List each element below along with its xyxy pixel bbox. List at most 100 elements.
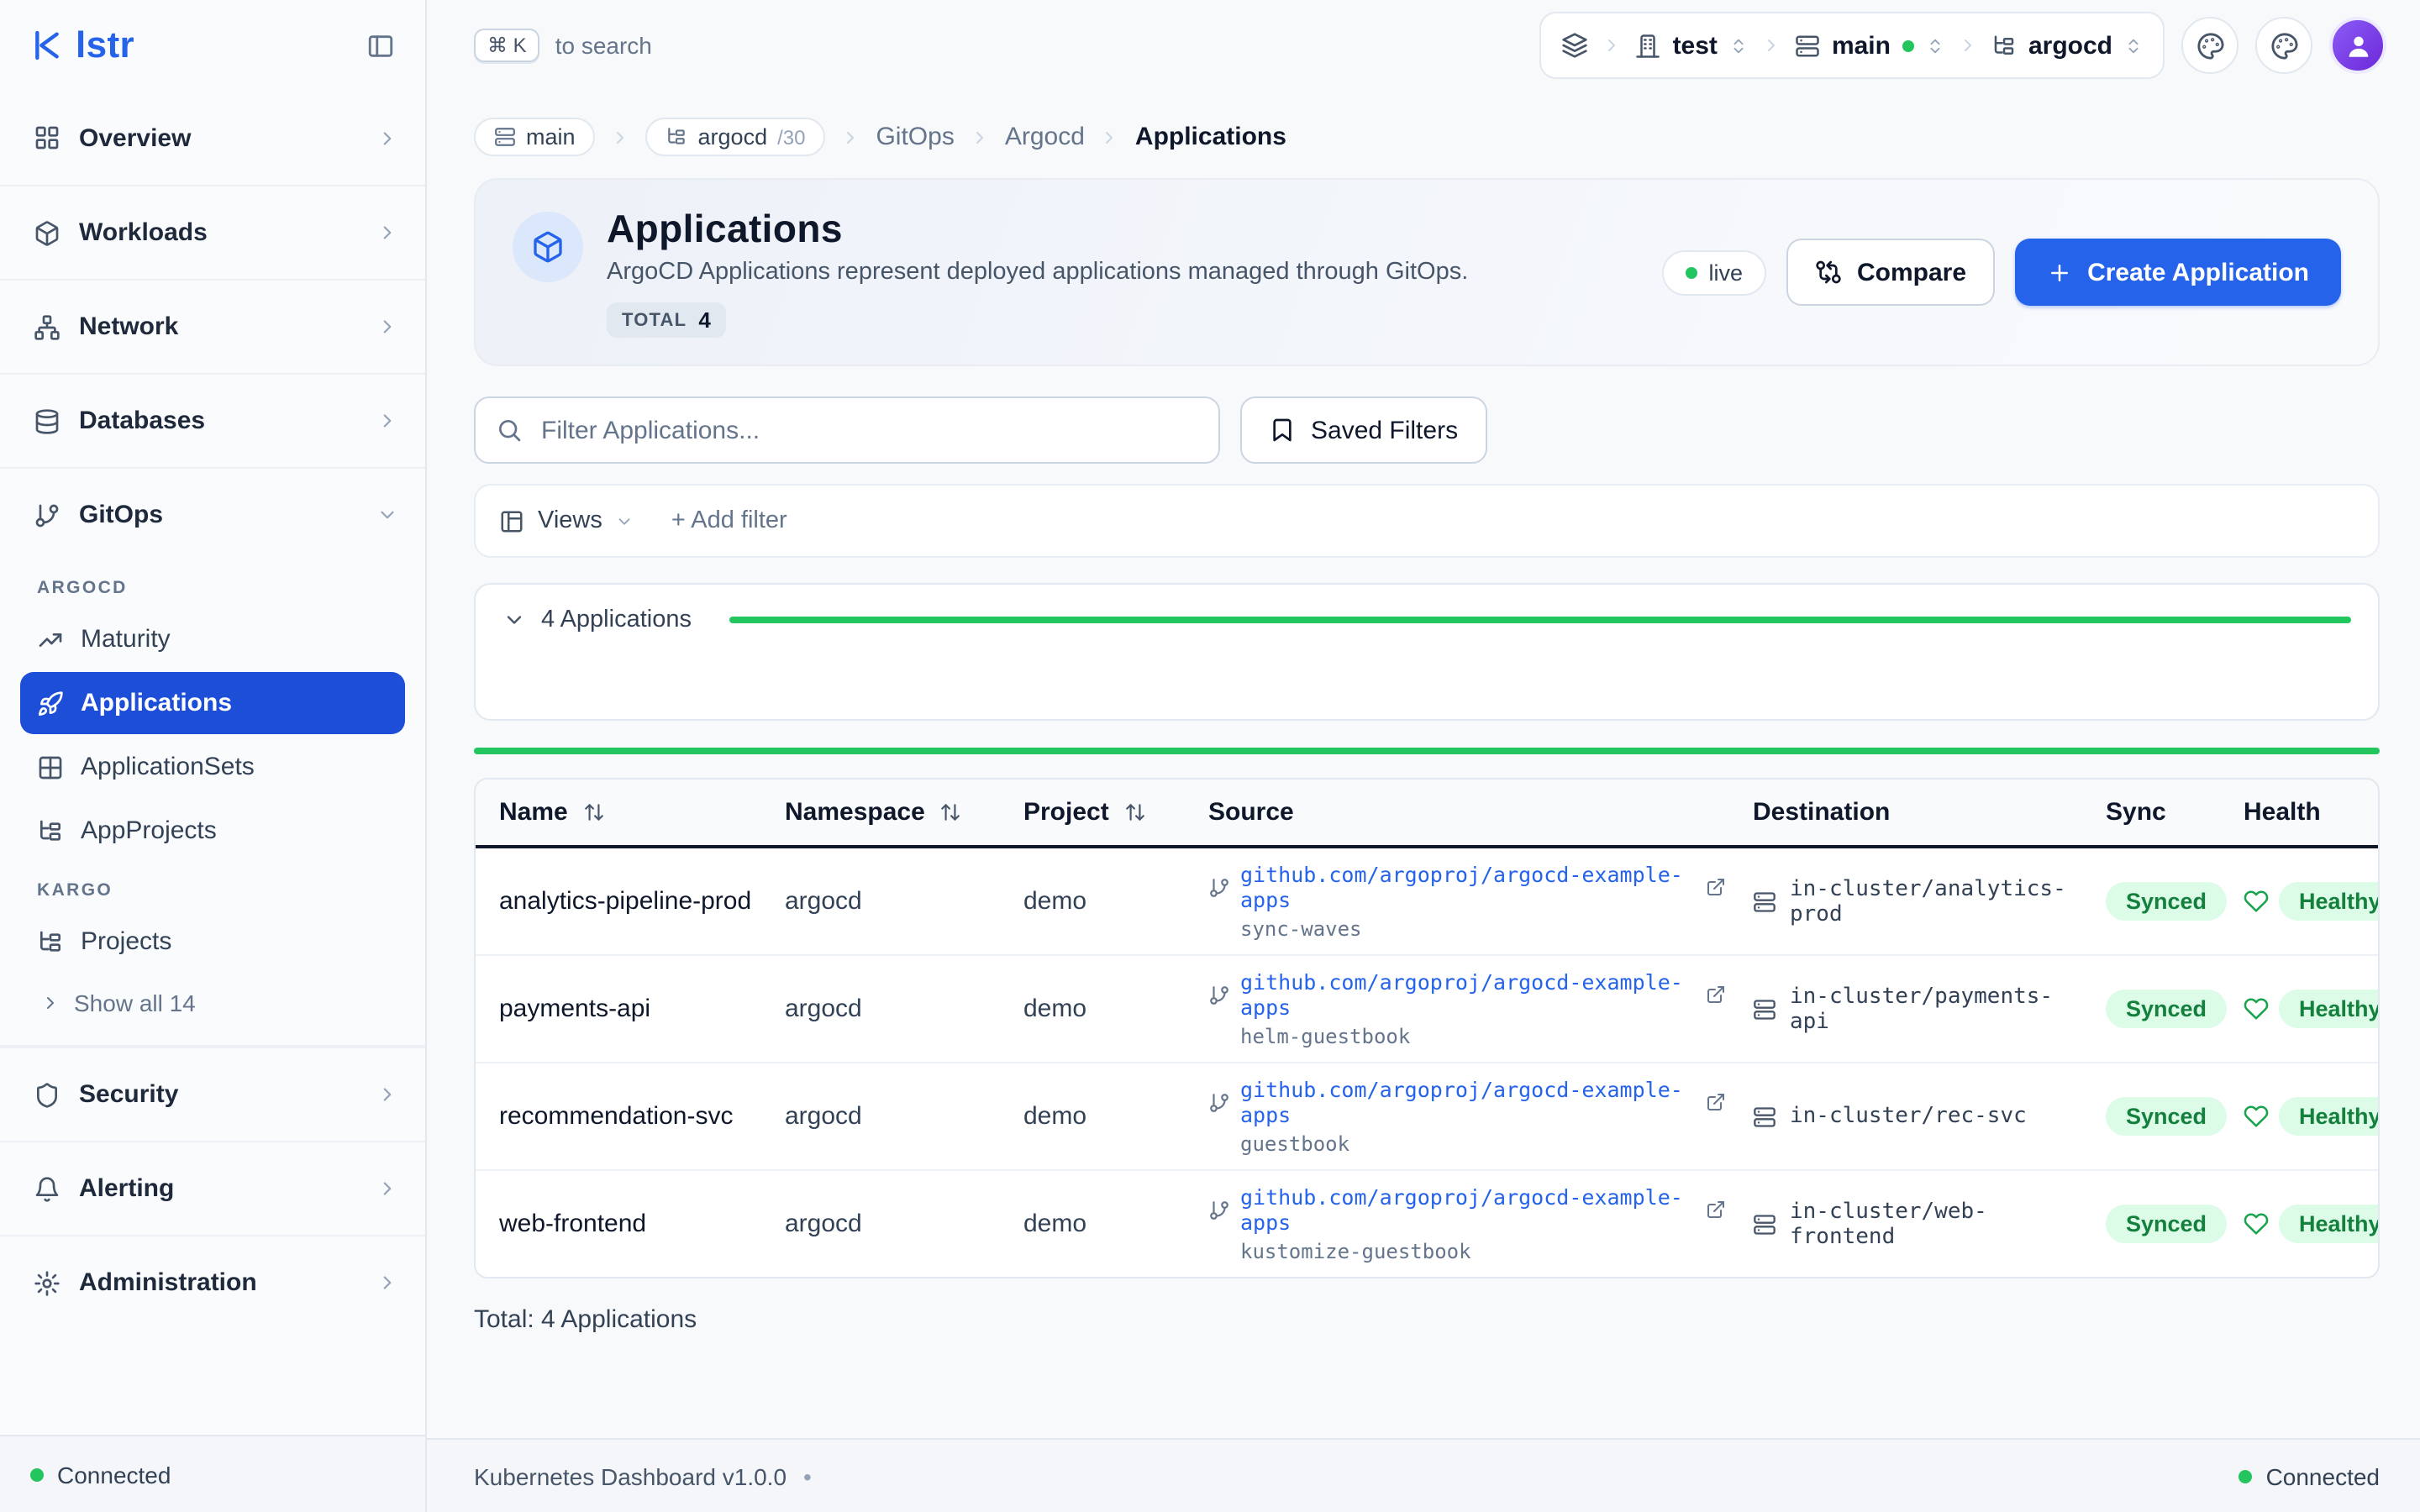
sort-icon[interactable]: [583, 801, 605, 823]
create-application-button[interactable]: Create Application: [2015, 239, 2341, 306]
sidebar-item-overview[interactable]: Overview: [0, 91, 425, 185]
applications-group-header[interactable]: 4 Applications: [502, 606, 2351, 633]
app-name[interactable]: payments-api: [476, 955, 771, 1063]
applications-badge: [513, 212, 583, 282]
table-row[interactable]: analytics-pipeline-prod argocd demo gith…: [476, 847, 2378, 955]
database-icon: [34, 407, 60, 434]
chevron-right-icon: [376, 316, 398, 338]
health-status-badge: Healthy: [2279, 882, 2380, 921]
sidebar-item-workloads[interactable]: Workloads: [0, 185, 425, 279]
external-link-icon[interactable]: [1706, 877, 1726, 897]
sidebar-show-all[interactable]: Show all 14: [0, 974, 425, 1032]
app-logo[interactable]: lstr: [30, 24, 134, 67]
app-source: github.com/argoproj/argocd-example-apps …: [1195, 1170, 1739, 1277]
filter-applications-input[interactable]: [538, 414, 1198, 446]
views-dropdown[interactable]: Views: [499, 507, 634, 534]
sidebar: lstr Overview Workloads Network: [0, 0, 427, 1512]
table-row[interactable]: recommendation-svc argocd demo github.co…: [476, 1063, 2378, 1170]
breadcrumb-env-pill[interactable]: main: [474, 118, 596, 156]
column-header-namespace[interactable]: Namespace: [771, 780, 1010, 847]
column-label: Namespace: [785, 798, 925, 827]
folder-tree-icon: [37, 928, 64, 955]
app-destination: in-cluster/analytics-prod: [1739, 847, 2092, 955]
sidebar-item-alerting[interactable]: Alerting: [0, 1141, 425, 1235]
sync-status-badge: Synced: [2106, 990, 2227, 1028]
app-health: Healthy: [2230, 955, 2378, 1063]
sidebar-item-network[interactable]: Network: [0, 279, 425, 373]
context-cluster-select[interactable]: main: [1795, 31, 1944, 60]
source-path: sync-waves: [1240, 917, 1726, 941]
git-branch-icon: [1208, 1199, 1230, 1221]
sidebar-section-kargo: KARGO: [0, 864, 425, 909]
logo-k-icon: [30, 29, 64, 62]
total-badge: TOTAL 4: [607, 302, 726, 338]
global-search[interactable]: ⌘ K to search: [474, 29, 652, 62]
app-namespace: argocd: [771, 1170, 1010, 1277]
compare-button[interactable]: Compare: [1786, 239, 1995, 306]
sidebar-item-gitops[interactable]: GitOps: [0, 467, 425, 561]
user-avatar[interactable]: [2329, 17, 2386, 74]
app-name[interactable]: recommendation-svc: [476, 1063, 771, 1170]
sidebar-header: lstr: [0, 0, 425, 91]
sidebar-item-label: Maturity: [81, 625, 171, 654]
app-name[interactable]: web-frontend: [476, 1170, 771, 1277]
app-namespace: argocd: [771, 955, 1010, 1063]
chevron-right-icon: [376, 127, 398, 149]
table-row[interactable]: payments-api argocd demo github.com/argo…: [476, 955, 2378, 1063]
breadcrumb-resource-pill[interactable]: argocd /30: [646, 118, 826, 156]
app-name[interactable]: analytics-pipeline-prod: [476, 847, 771, 955]
sidebar-item-applicationsets[interactable]: ApplicationSets: [20, 736, 405, 798]
context-layers-button[interactable]: [1562, 32, 1589, 59]
sidebar-item-administration[interactable]: Administration: [0, 1235, 425, 1329]
destination-text: in-cluster/rec-svc: [1790, 1104, 2027, 1129]
add-filter-button[interactable]: + Add filter: [671, 507, 787, 534]
sidebar-item-databases[interactable]: Databases: [0, 373, 425, 467]
sidebar-item-label: Security: [79, 1080, 178, 1109]
page-subtitle: ArgoCD Applications represent deployed a…: [607, 259, 1468, 286]
source-repo-link[interactable]: github.com/argoproj/argocd-example-apps: [1240, 1184, 1696, 1235]
sort-icon[interactable]: [940, 801, 962, 823]
sidebar-item-maturity[interactable]: Maturity: [20, 608, 405, 670]
column-label: Name: [499, 798, 568, 827]
breadcrumb-link-argocd[interactable]: Argocd: [1005, 123, 1085, 151]
saved-filters-button[interactable]: Saved Filters: [1240, 396, 1486, 464]
app-sync: Synced: [2092, 955, 2230, 1063]
search-hint-text: to search: [555, 32, 652, 59]
page-header-actions: live Compare Create Application: [1661, 239, 2341, 306]
color-scheme-button[interactable]: [2255, 17, 2312, 74]
column-header-name[interactable]: Name: [476, 780, 771, 847]
sort-icon[interactable]: [1124, 801, 1146, 823]
table-row[interactable]: web-frontend argocd demo github.com/argo…: [476, 1170, 2378, 1277]
sidebar-item-projects[interactable]: Projects: [20, 911, 405, 973]
context-org-select[interactable]: test: [1636, 31, 1748, 60]
page-header-card: Applications ArgoCD Applications represe…: [474, 178, 2380, 366]
palette-theme-button[interactable]: [2181, 17, 2238, 74]
chevron-right-icon: [1602, 35, 1623, 55]
server-icon: [1753, 997, 1776, 1021]
folder-tree-icon: [666, 126, 688, 148]
external-link-icon[interactable]: [1706, 1092, 1726, 1112]
source-repo-link[interactable]: github.com/argoproj/argocd-example-apps: [1240, 862, 1696, 912]
context-resource-select[interactable]: argocd: [1991, 31, 2143, 60]
sidebar-item-security[interactable]: Security: [0, 1047, 425, 1141]
git-branch-icon: [1208, 984, 1230, 1005]
source-repo-link[interactable]: github.com/argoproj/argocd-example-apps: [1240, 969, 1696, 1020]
health-status-badge: Healthy: [2279, 1205, 2380, 1243]
sidebar-item-appprojects[interactable]: AppProjects: [20, 800, 405, 862]
sidebar-item-label: Overview: [79, 123, 191, 152]
chevrons-up-down-icon: [1926, 36, 1944, 55]
column-header-project[interactable]: Project: [1010, 780, 1195, 847]
sidebar-item-applications[interactable]: Applications: [20, 672, 405, 734]
external-link-icon[interactable]: [1706, 1200, 1726, 1220]
layout-icon: [499, 508, 524, 533]
collapse-sidebar-button[interactable]: [360, 24, 402, 66]
sync-status-badge: Synced: [2106, 1097, 2227, 1136]
source-repo-link[interactable]: github.com/argoproj/argocd-example-apps: [1240, 1077, 1696, 1127]
breadcrumb-link-gitops[interactable]: GitOps: [876, 123, 954, 151]
column-label: Destination: [1753, 798, 1890, 827]
external-link-icon[interactable]: [1706, 984, 1726, 1005]
git-branch-icon: [34, 501, 60, 528]
health-status-badge: Healthy: [2279, 1097, 2380, 1136]
app-sync: Synced: [2092, 1170, 2230, 1277]
group-label: 4 Applications: [541, 606, 692, 633]
